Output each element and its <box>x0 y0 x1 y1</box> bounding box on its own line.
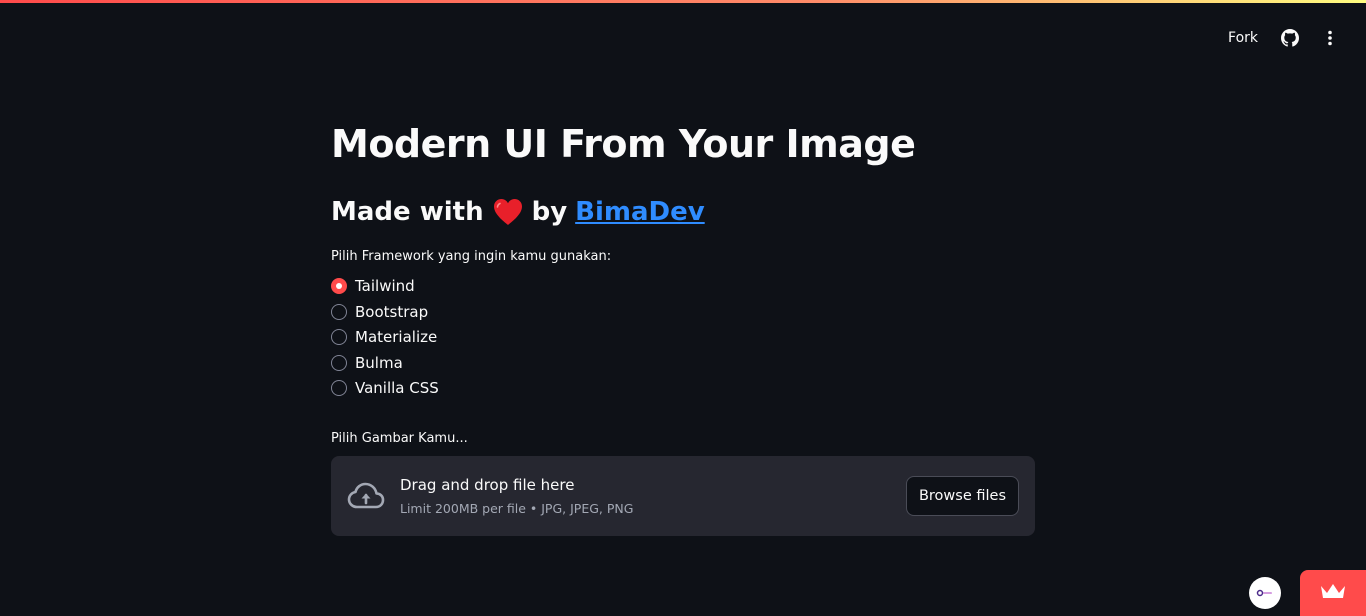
radio-button[interactable] <box>331 303 347 320</box>
radio-label: Bootstrap <box>355 302 429 321</box>
radio-label: Tailwind <box>355 277 415 296</box>
toolbar: Fork <box>1224 24 1342 52</box>
radio-button[interactable] <box>331 380 347 397</box>
subtitle-prefix: Made with <box>331 197 484 227</box>
cloud-upload-icon <box>347 477 385 515</box>
kebab-menu-icon[interactable] <box>1318 26 1342 50</box>
radio-tailwind[interactable]: Tailwind <box>331 276 1035 297</box>
dropzone-text: Drag and drop file here Limit 200MB per … <box>400 475 906 517</box>
crown-icon <box>1319 582 1347 604</box>
page-title: Modern UI From Your Image <box>331 122 916 166</box>
radio-label: Vanilla CSS <box>355 379 439 398</box>
page-subtitle: Made with by BimaDev <box>331 190 1035 234</box>
subtitle-by: by <box>531 197 568 227</box>
framework-radio-group: Tailwind Bootstrap Materialize Bulma Van… <box>331 276 1035 399</box>
dropzone-title: Drag and drop file here <box>400 475 575 494</box>
crown-badge[interactable] <box>1300 570 1366 616</box>
radio-bootstrap[interactable]: Bootstrap <box>331 302 1035 323</box>
radio-button[interactable] <box>331 329 347 346</box>
framework-label: Pilih Framework yang ingin kamu gunakan: <box>331 249 612 264</box>
radio-button[interactable] <box>331 354 347 371</box>
radio-bulma[interactable]: Bulma <box>331 353 1035 374</box>
dropzone-subtitle: Limit 200MB per file • JPG, JPEG, PNG <box>400 500 634 516</box>
file-dropzone[interactable]: Drag and drop file here Limit 200MB per … <box>331 455 1035 536</box>
avatar[interactable] <box>1249 577 1281 609</box>
heart-icon <box>492 197 524 227</box>
github-icon[interactable] <box>1278 26 1302 50</box>
browse-files-button[interactable]: Browse files <box>905 475 1019 516</box>
main-content: Modern UI From Your Image Made with by B… <box>331 112 1035 536</box>
radio-label: Materialize <box>355 328 438 347</box>
radio-vanilla-css[interactable]: Vanilla CSS <box>331 378 1035 399</box>
radio-label: Bulma <box>355 353 403 372</box>
fork-button[interactable]: Fork <box>1224 30 1262 46</box>
image-upload-label: Pilih Gambar Kamu... <box>331 430 468 446</box>
radio-materialize[interactable]: Materialize <box>331 327 1035 348</box>
radio-button-checked[interactable] <box>331 278 347 295</box>
author-link[interactable]: BimaDev <box>575 190 705 234</box>
header-decoration-bar <box>0 0 1366 3</box>
